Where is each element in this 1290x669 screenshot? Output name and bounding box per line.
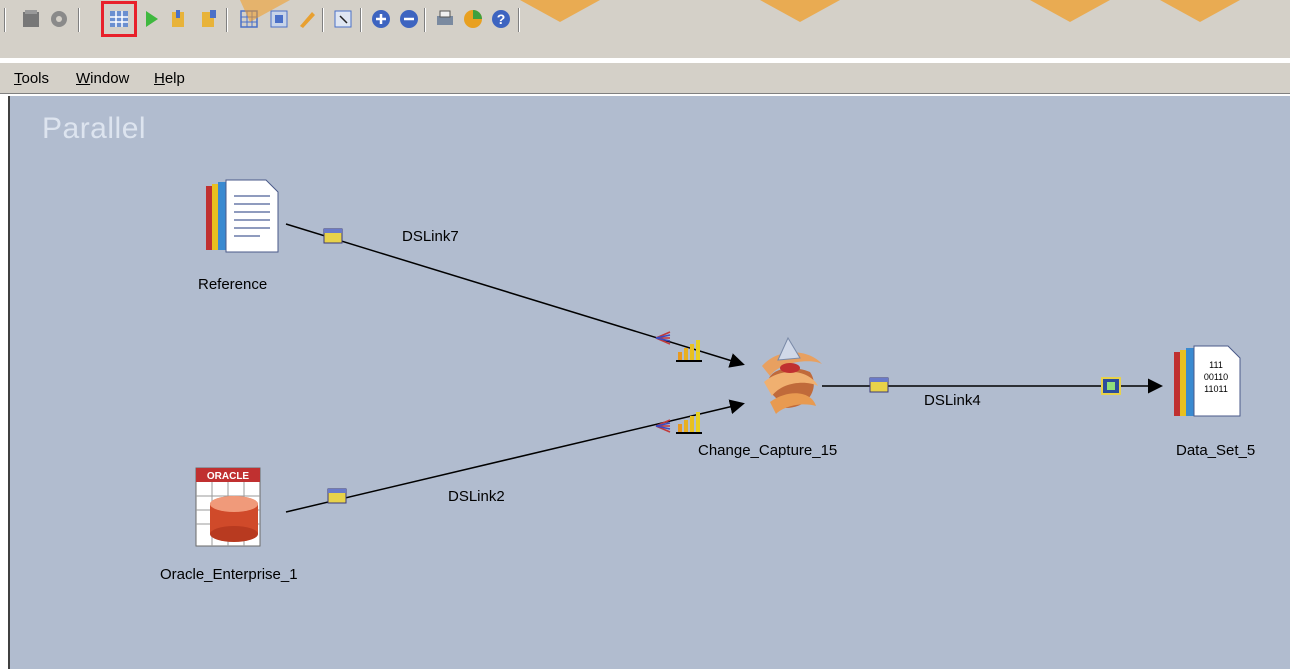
toolbar-separator bbox=[518, 8, 520, 32]
toolbar-separator bbox=[78, 8, 80, 32]
help-icon[interactable]: ? bbox=[488, 6, 514, 32]
change-capture-stage-icon[interactable] bbox=[762, 336, 822, 414]
signal-bars-icon bbox=[676, 340, 702, 362]
grid-properties-icon bbox=[110, 11, 128, 27]
link-label-dslink7[interactable]: DSLink7 bbox=[402, 228, 459, 245]
toolbar-separator bbox=[226, 8, 228, 32]
palette-icon[interactable] bbox=[330, 6, 356, 32]
toolbar-separator bbox=[424, 8, 426, 32]
snap-to-grid-icon[interactable] bbox=[266, 6, 292, 32]
stage-label-oracle: Oracle_Enterprise_1 bbox=[160, 566, 298, 583]
zoom-out-icon[interactable] bbox=[396, 6, 422, 32]
toolbar: ? bbox=[0, 0, 1290, 58]
data-set-stage-icon[interactable]: 111 00110 11011 bbox=[1174, 345, 1241, 417]
job-links-layer: 111 00110 11011 ORACLE bbox=[195, 179, 1241, 547]
menu-bar: Tools Window Help bbox=[0, 62, 1290, 94]
stage-label-reference: Reference bbox=[198, 276, 268, 293]
signal-bars-icon bbox=[676, 412, 702, 434]
job-properties-button[interactable] bbox=[101, 1, 137, 37]
menu-help[interactable]: Help bbox=[154, 70, 185, 87]
toolbar-separator bbox=[360, 8, 362, 32]
data-set-bits-line-2: 00110 bbox=[1204, 372, 1228, 382]
compile-icon[interactable] bbox=[18, 6, 44, 32]
menu-window[interactable]: Window bbox=[76, 70, 129, 87]
manager-icon[interactable] bbox=[196, 6, 222, 32]
data-set-bits-line-1: 111 bbox=[1209, 360, 1223, 370]
director-icon[interactable] bbox=[166, 6, 192, 32]
toolbar-separator bbox=[4, 8, 6, 32]
link-marker-icon bbox=[327, 488, 347, 504]
collector-fan-icon bbox=[655, 331, 671, 345]
data-set-bits-line-3: 11011 bbox=[1204, 384, 1228, 394]
zoom-in-icon[interactable] bbox=[368, 6, 394, 32]
stage-label-data-set: Data_Set_5 bbox=[1176, 442, 1256, 459]
menu-tools[interactable]: Tools bbox=[14, 70, 49, 87]
print-icon[interactable] bbox=[432, 6, 458, 32]
gear-icon[interactable] bbox=[46, 6, 72, 32]
link-label-dslink4[interactable]: DSLink4 bbox=[924, 392, 981, 409]
toolbar-separator bbox=[322, 8, 324, 32]
grid-icon[interactable] bbox=[236, 6, 262, 32]
dslink7-line[interactable] bbox=[285, 223, 745, 368]
link-label-dslink2[interactable]: DSLink2 bbox=[448, 488, 505, 505]
annotation-pencil-icon[interactable] bbox=[294, 6, 320, 32]
link-marker-icon bbox=[869, 377, 889, 393]
job-design-canvas[interactable]: Parallel 111 00110 11011 ORACLE Referenc… bbox=[8, 96, 1290, 669]
dslink2-line[interactable] bbox=[285, 399, 745, 513]
stage-label-change-capture: Change_Capture_15 bbox=[698, 442, 838, 459]
performance-chart-icon[interactable] bbox=[460, 6, 486, 32]
link-marker-icon bbox=[323, 228, 343, 244]
partition-marker-icon bbox=[1101, 377, 1121, 395]
oracle-badge-text: ORACLE bbox=[207, 471, 250, 482]
run-icon[interactable] bbox=[138, 6, 164, 32]
reference-file-stage-icon[interactable] bbox=[206, 179, 279, 253]
svg-text:?: ? bbox=[497, 11, 506, 27]
